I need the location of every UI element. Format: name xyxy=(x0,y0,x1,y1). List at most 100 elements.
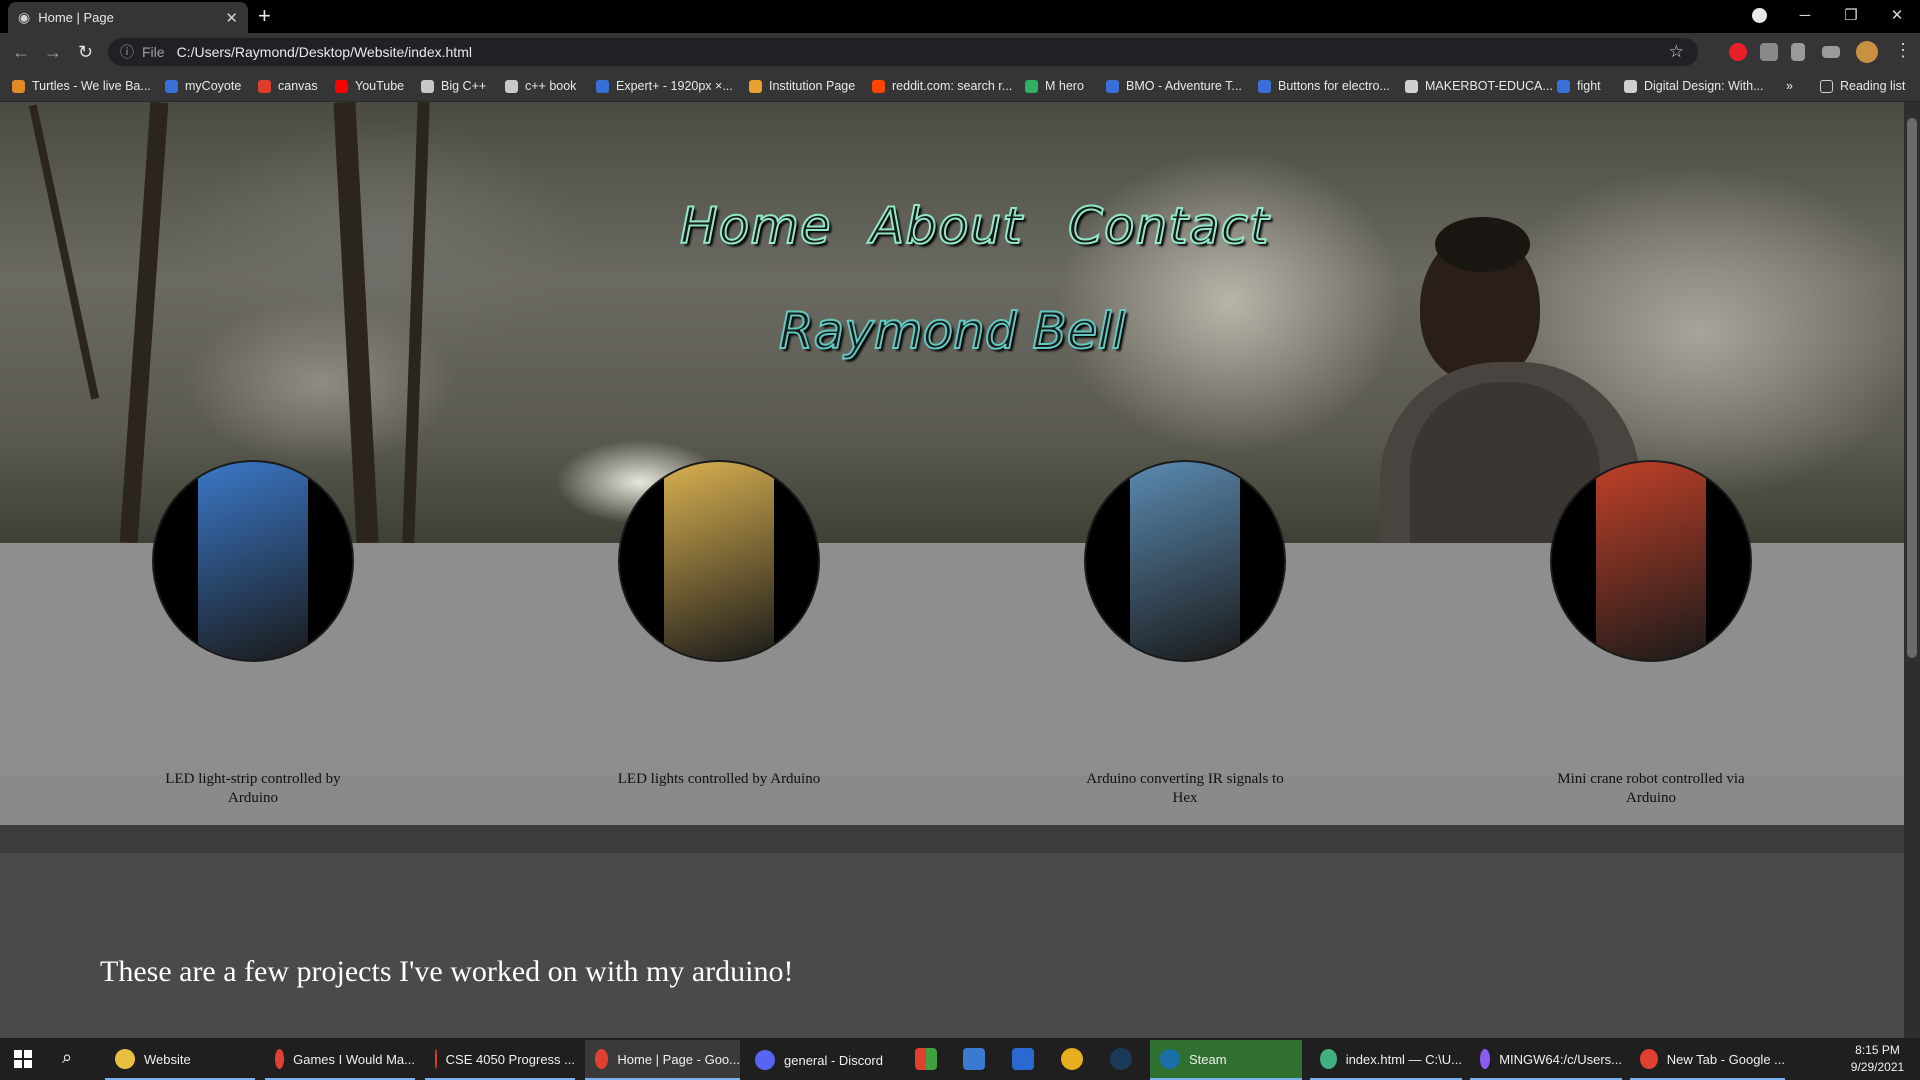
project-card[interactable] xyxy=(152,460,354,662)
taskbar-app-label: Website xyxy=(144,1051,191,1067)
taskbar-app-label: MINGW64:/c/Users... xyxy=(1499,1051,1622,1067)
search-icon[interactable]: ⌕ xyxy=(62,1047,72,1068)
bookmark-item[interactable]: Digital Design: With... xyxy=(1624,77,1763,95)
forward-button[interactable]: → xyxy=(44,42,62,63)
bookmark-item[interactable]: MAKERBOT-EDUCA... xyxy=(1405,77,1553,95)
clock-time: 8:15 PM xyxy=(1855,1043,1900,1057)
bookmark-item[interactable]: YouTube xyxy=(335,77,404,95)
tab-close-icon[interactable]: ✕ xyxy=(225,9,238,27)
project-thumbnail[interactable] xyxy=(1084,460,1286,662)
project-caption: Mini crane robot controlled via Arduino xyxy=(1557,771,1745,806)
bookmark-label: canvas xyxy=(278,79,318,93)
bookmark-label: Expert+ - 1920px ×... xyxy=(616,79,733,93)
address-bar[interactable]: ⓘ File C:/Users/Raymond/Desktop/Website/… xyxy=(108,38,1698,66)
bookmark-favicon-icon xyxy=(1405,79,1418,93)
taskbar-app-button[interactable]: New Tab - Google ... xyxy=(1630,1040,1785,1080)
active-tab[interactable]: ◉ Home | Page ✕ xyxy=(8,2,248,33)
window-close-button[interactable]: ✕ xyxy=(1874,0,1920,30)
bookmark-item[interactable]: Expert+ - 1920px ×... xyxy=(596,77,733,95)
taskbar-app-label: general - Discord xyxy=(784,1052,883,1068)
taskbar-app-label: Games I Would Ma... xyxy=(293,1051,415,1067)
bookmark-favicon-icon xyxy=(12,79,25,93)
bookmark-star-icon[interactable]: ☆ xyxy=(1669,42,1684,62)
calendar-icon[interactable] xyxy=(1012,1048,1034,1070)
store-icon[interactable] xyxy=(915,1048,937,1070)
taskbar-app-label: Steam xyxy=(1189,1051,1227,1067)
system-clock[interactable]: 8:15 PM 9/29/2021 xyxy=(1840,1042,1915,1076)
scheme-label: File xyxy=(142,44,165,60)
bookmark-label: Big C++ xyxy=(441,79,487,93)
bookmark-favicon-icon xyxy=(1557,79,1570,93)
bookmark-label: M hero xyxy=(1045,79,1084,93)
bookmark-favicon-icon xyxy=(165,79,178,93)
bookmark-item[interactable]: reddit.com: search r... xyxy=(872,77,1012,95)
site-owner-name: Raymond Bell xyxy=(778,301,1126,361)
bookmark-item[interactable]: Institution Page xyxy=(749,77,855,95)
browser-menu-icon[interactable]: ⋮ xyxy=(1894,40,1912,61)
new-tab-button[interactable]: + xyxy=(258,5,271,27)
network-app-icon[interactable] xyxy=(963,1048,985,1070)
taskbar-app-label: CSE 4050 Progress ... xyxy=(445,1051,575,1067)
taskbar-app-button[interactable]: Home | Page - Goo... xyxy=(585,1040,740,1080)
steam-icon[interactable] xyxy=(1110,1048,1132,1070)
taskbar-app-button[interactable]: general - Discord xyxy=(745,1040,900,1080)
avatar[interactable] xyxy=(1856,41,1878,63)
bookmark-favicon-icon xyxy=(1624,79,1637,93)
bookmark-favicon-icon xyxy=(1258,79,1271,93)
app-icon xyxy=(435,1049,437,1069)
extension-red-icon[interactable] xyxy=(1729,43,1747,61)
bookmark-label: Turtles - We live Ba... xyxy=(32,79,151,93)
url-text[interactable]: C:/Users/Raymond/Desktop/Website/index.h… xyxy=(177,44,472,60)
bookmarks-overflow-button[interactable]: » xyxy=(1786,77,1793,95)
restore-button[interactable]: ❐ xyxy=(1828,0,1874,30)
nav-link-about[interactable]: About xyxy=(869,196,1023,256)
taskbar-app-button[interactable]: MINGW64:/c/Users... xyxy=(1470,1040,1622,1080)
bookmark-label: YouTube xyxy=(355,79,405,93)
minimize-button[interactable]: ─ xyxy=(1782,0,1828,30)
project-thumbnail[interactable] xyxy=(618,460,820,662)
puzzle-icon[interactable] xyxy=(1791,43,1805,61)
bookmark-item[interactable]: M hero xyxy=(1025,77,1084,95)
project-card[interactable] xyxy=(1084,460,1286,662)
bookmark-item[interactable]: Buttons for electro... xyxy=(1258,77,1390,95)
extension-gray-icon[interactable] xyxy=(1760,43,1778,61)
taskbar-app-button[interactable]: Steam xyxy=(1150,1040,1302,1080)
bookmark-item[interactable]: c++ book xyxy=(505,77,576,95)
project-card[interactable] xyxy=(1550,460,1752,662)
scrollbar-thumb[interactable] xyxy=(1907,118,1917,658)
project-card[interactable] xyxy=(618,460,820,662)
bookmark-item[interactable]: Turtles - We live Ba... xyxy=(12,77,151,95)
project-caption: LED lights controlled by Arduino xyxy=(617,771,821,787)
duck-icon[interactable] xyxy=(1061,1048,1083,1070)
bookmark-favicon-icon xyxy=(421,79,434,93)
taskbar-app-button[interactable]: CSE 4050 Progress ... xyxy=(425,1040,575,1080)
bookmark-label: reddit.com: search r... xyxy=(892,79,1013,93)
bookmark-item[interactable]: Big C++ xyxy=(421,77,486,95)
nav-link-home[interactable]: Home xyxy=(679,196,832,256)
nav-link-contact[interactable]: Contact xyxy=(1067,196,1270,256)
taskbar-app-label: index.html — C:\U... xyxy=(1345,1051,1462,1067)
taskbar-app-button[interactable]: Website xyxy=(105,1040,255,1080)
bookmark-item[interactable]: fight xyxy=(1557,77,1601,95)
bookmark-favicon-icon xyxy=(749,79,762,93)
back-button[interactable]: ← xyxy=(12,42,30,63)
project-thumbnail[interactable] xyxy=(152,460,354,662)
app-icon xyxy=(115,1049,135,1069)
taskbar-app-button[interactable]: index.html — C:\U... xyxy=(1310,1040,1462,1080)
start-button[interactable] xyxy=(14,1050,32,1068)
app-icon xyxy=(595,1049,609,1069)
project-thumbnail[interactable] xyxy=(1550,460,1752,662)
bookmark-item[interactable]: myCoyote xyxy=(165,77,241,95)
app-icon xyxy=(755,1050,775,1070)
bookmark-item[interactable]: canvas xyxy=(258,77,318,95)
app-icon xyxy=(1640,1049,1658,1069)
tab-strip xyxy=(0,0,1920,33)
taskbar-app-button[interactable]: Games I Would Ma... xyxy=(265,1040,415,1080)
bookmark-label: Institution Page xyxy=(769,79,856,93)
media-control-icon[interactable] xyxy=(1822,46,1840,58)
profile-dropdown-icon[interactable] xyxy=(1752,8,1767,23)
reload-button[interactable]: ↻ xyxy=(78,42,93,63)
site-info-icon[interactable]: ⓘ xyxy=(120,42,134,62)
reading-list-button[interactable]: Reading list xyxy=(1820,77,1905,95)
bookmark-item[interactable]: BMO - Adventure T... xyxy=(1106,77,1242,95)
